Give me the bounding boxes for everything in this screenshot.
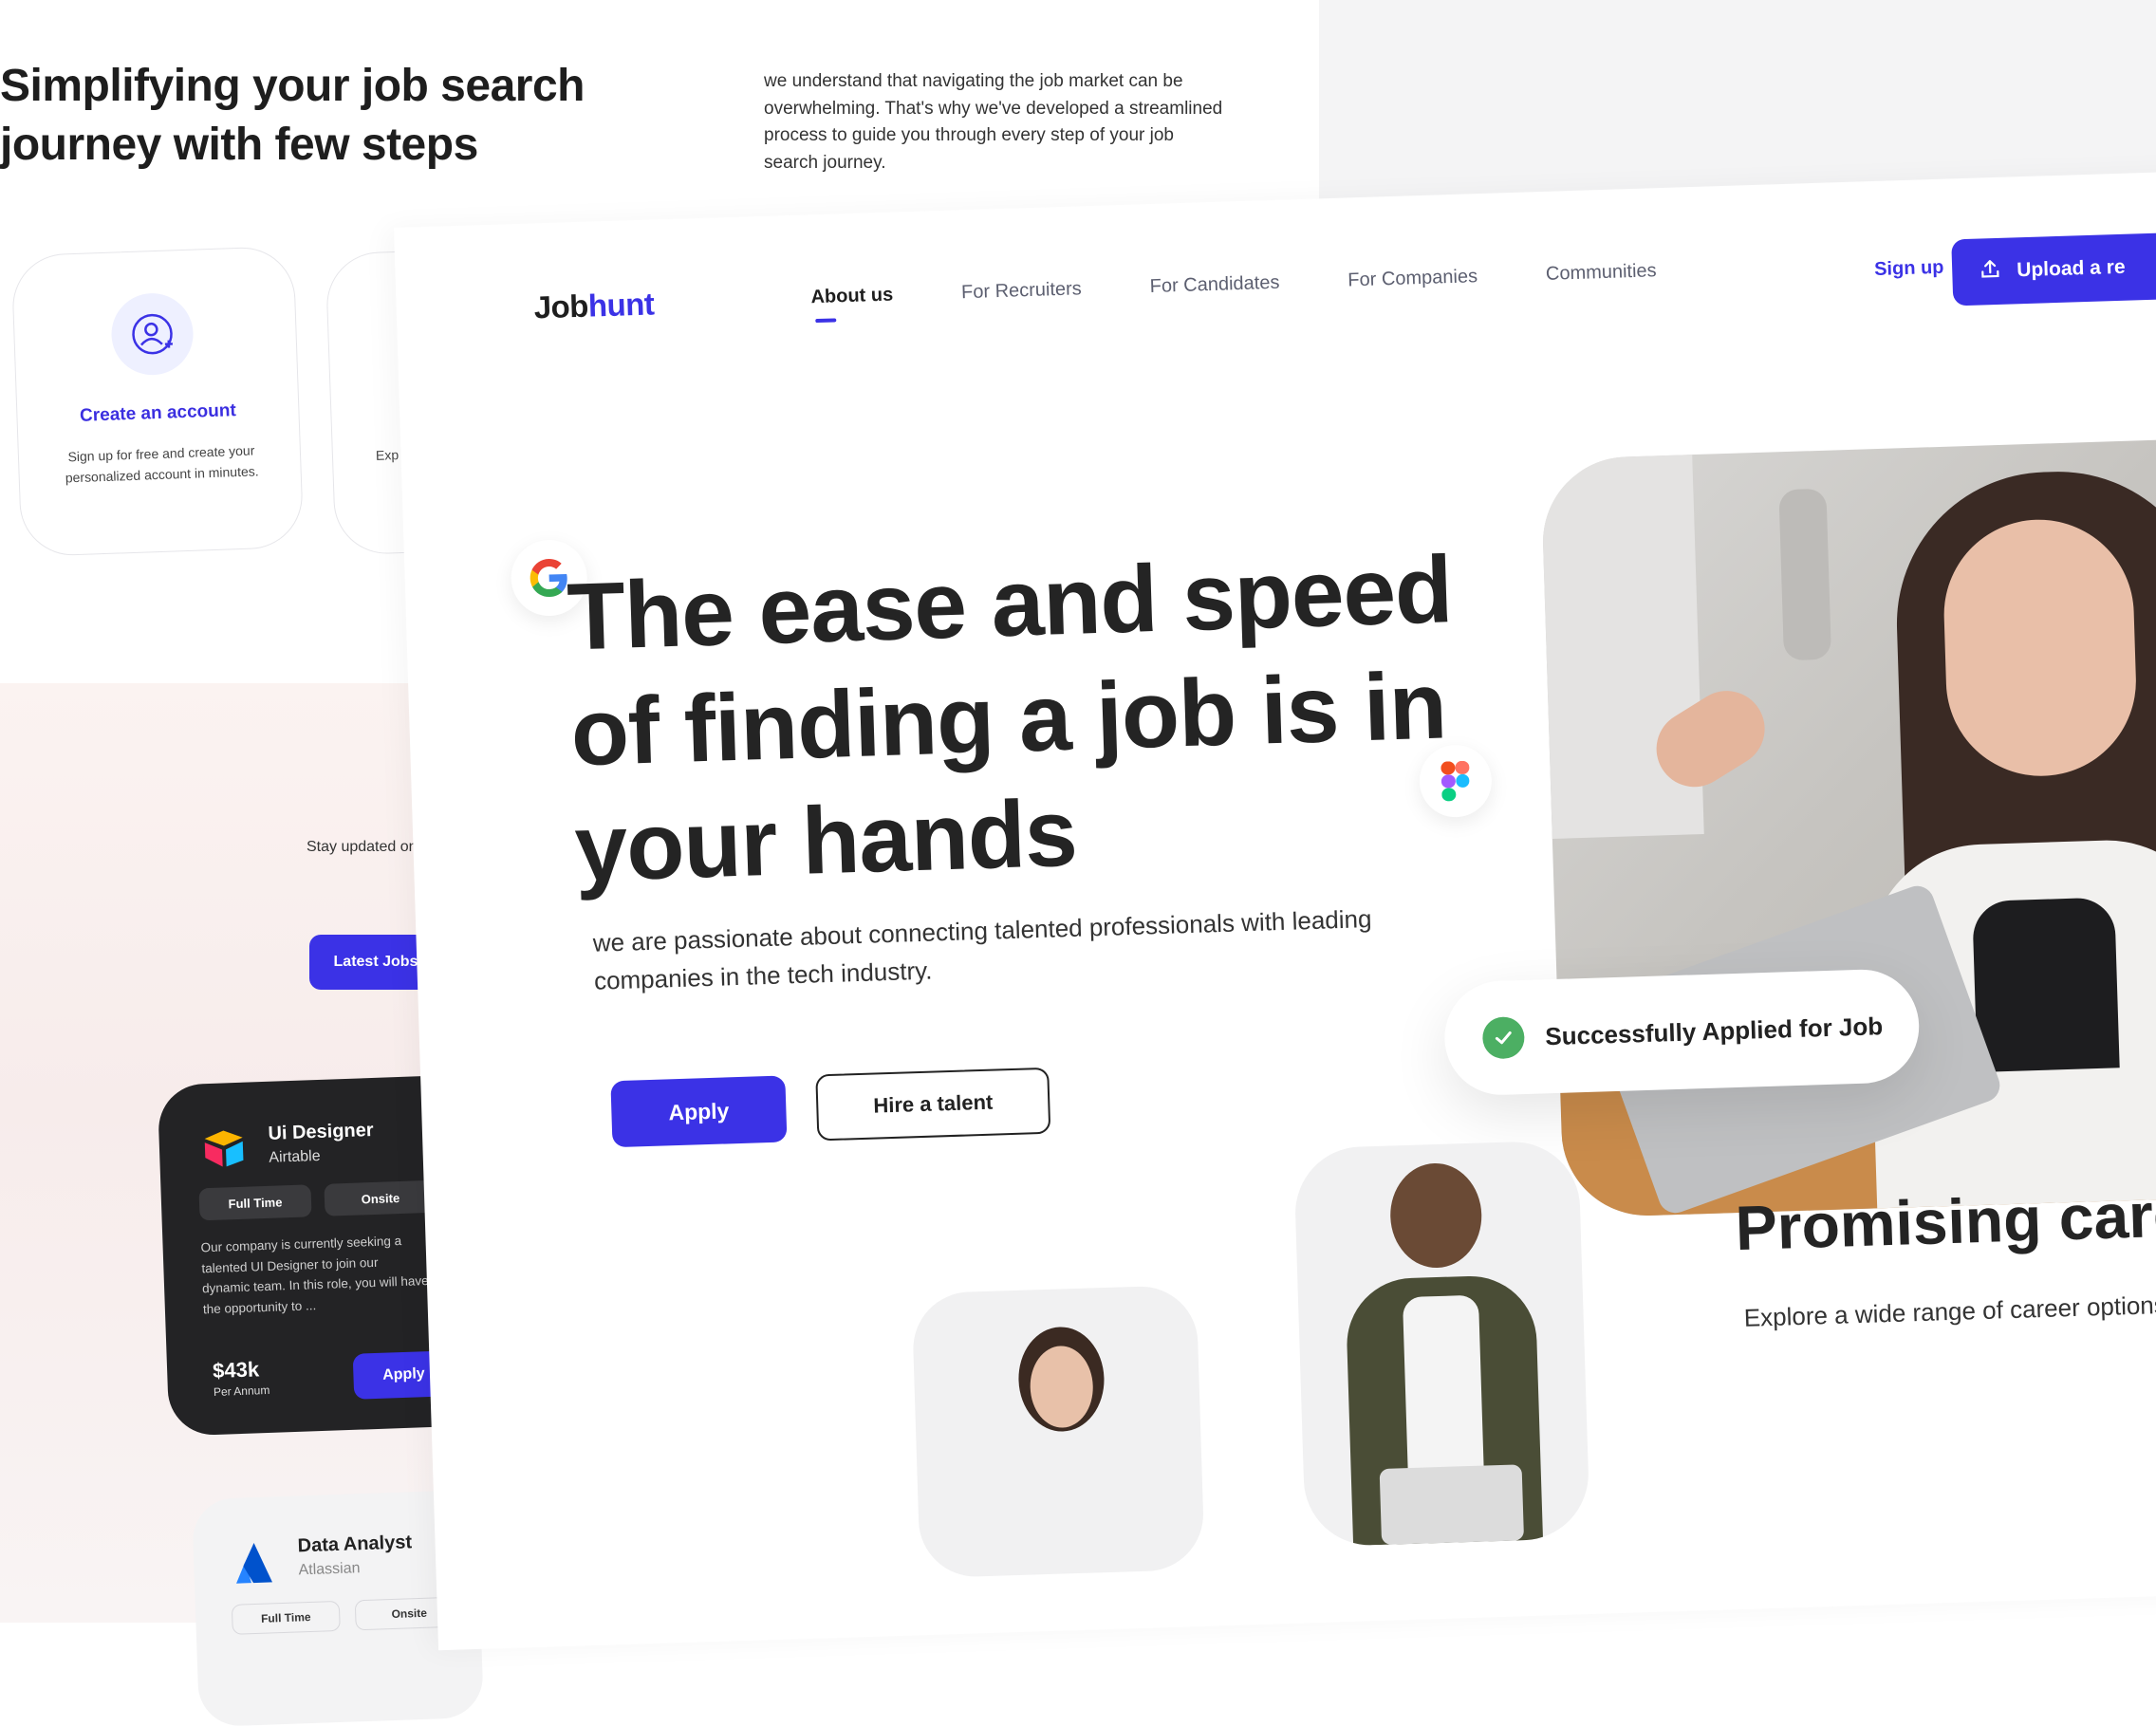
brand-part1: Job — [533, 288, 589, 325]
upload-button-label: Upload a re — [2016, 255, 2126, 282]
job-tag-onsite: Onsite — [324, 1179, 437, 1216]
photo-top — [1972, 897, 2120, 1073]
photo-lamp — [1778, 488, 1832, 661]
success-toast: Successfully Applied for Job — [1442, 967, 1922, 1097]
step-text: Sign up for free and create your persona… — [65, 442, 259, 486]
hero-title: The ease and speed of finding a job is i… — [566, 529, 1525, 906]
photo-head — [1388, 1161, 1483, 1270]
user-plus-icon — [110, 291, 195, 377]
candidate-photo-man — [1292, 1140, 1591, 1548]
photo-laptop — [1379, 1464, 1525, 1545]
stay-updated-text: Stay updated on — [307, 839, 418, 855]
nav-about-us[interactable]: About us — [810, 285, 893, 309]
hero-photo — [1540, 438, 2156, 1218]
job-title: Ui Designer — [268, 1119, 374, 1144]
brand-part2: hunt — [587, 286, 655, 324]
steps-section-title: Simplifying your job search journey with… — [0, 57, 585, 175]
job-company: Atlassian — [298, 1560, 361, 1579]
job-salary-period: Per Annum — [213, 1383, 270, 1399]
nav-communities[interactable]: Communities — [1546, 260, 1657, 286]
steps-title-line1: Simplifying your job search — [0, 61, 585, 111]
check-icon — [1481, 1016, 1526, 1060]
signup-link[interactable]: Sign up — [1874, 257, 1944, 281]
nav-for-companies[interactable]: For Companies — [1348, 266, 1478, 291]
upload-resume-button[interactable]: Upload a re — [1951, 230, 2156, 306]
hero-subtitle: we are passionate about connecting talen… — [592, 897, 1467, 1000]
job-description: Our company is currently seeking a talen… — [200, 1233, 429, 1316]
steps-description: we understand that navigating the job ma… — [764, 71, 1223, 173]
photo-face — [1941, 516, 2139, 779]
job-tag-full-time: Full Time — [198, 1184, 312, 1221]
toast-text: Successfully Applied for Job — [1544, 1011, 1884, 1050]
steps-title-line2: journey with few steps — [0, 120, 478, 170]
job-company: Airtable — [269, 1147, 321, 1166]
upload-icon — [1979, 257, 2002, 287]
brand-logo[interactable]: Jobhunt — [533, 286, 655, 325]
career-text: Explore a wide range of career options i… — [1743, 1285, 2156, 1332]
main-page: Jobhunt About us For Recruiters For Cand… — [394, 171, 2156, 1651]
job-salary: $43k — [212, 1357, 260, 1383]
hire-talent-button[interactable]: Hire a talent — [815, 1067, 1051, 1142]
job-tag-full-time: Full Time — [231, 1600, 341, 1635]
job-title: Data Analyst — [297, 1532, 413, 1557]
main-nav: About us For Recruiters For Candidates F… — [810, 260, 1657, 308]
airtable-logo-icon — [200, 1128, 248, 1175]
step-card-create-account[interactable]: Create an account Sign up for free and c… — [10, 245, 305, 558]
hero-apply-button[interactable]: Apply — [610, 1075, 788, 1148]
nav-for-candidates[interactable]: For Candidates — [1149, 272, 1279, 298]
candidate-photo-woman — [911, 1284, 1205, 1579]
step-title: Create an account — [79, 400, 237, 426]
atlassian-logo-icon — [231, 1540, 276, 1590]
photo-shirt — [1402, 1294, 1485, 1488]
nav-for-recruiters[interactable]: For Recruiters — [961, 278, 1082, 304]
